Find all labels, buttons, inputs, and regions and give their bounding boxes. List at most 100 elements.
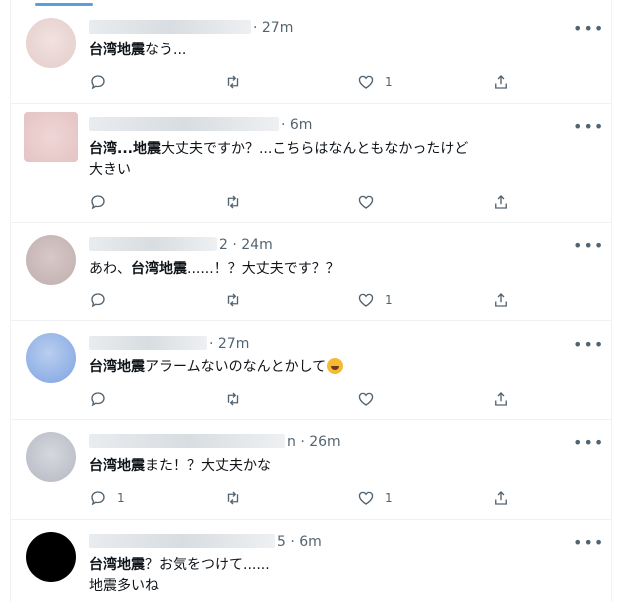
highlighted-keyword: 台湾...地震 [89,141,161,157]
tweet-text-line2: 大きい [89,162,131,178]
reply-count: 1 [117,491,125,505]
tweet-header: · 6m [89,117,312,137]
avatar[interactable] [26,235,76,285]
redacted-username[interactable] [89,534,275,548]
tweet-timestamp[interactable]: 5 · 6m [277,534,322,550]
tweet-text-rest: アラームないのなんとかして [145,359,327,375]
reply-button[interactable] [89,389,117,409]
share-icon [495,293,507,307]
tweet-text: 台湾地震アラームないのなんとかして [89,357,589,378]
tweet-text: 台湾...地震大丈夫ですか？...こちらはなんともなかったけど大きい [89,139,589,181]
avatar[interactable] [26,333,76,383]
tweet-header: 2 · 24m [89,237,273,257]
tweet-actions: 1 [89,290,529,310]
reply-button[interactable]: 1 [89,488,125,508]
tweet[interactable]: 5 · 6m ••• 台湾地震？お気をつけて...... 地震多いね [11,520,611,602]
tweet[interactable]: 2 · 24m ••• あわ、台湾地震......！？大丈夫です？？ 1 [11,223,611,321]
tweet-text-rest: ......！？大丈夫です？？ [187,261,340,277]
tweet-timestamp[interactable]: · 27m [209,336,249,352]
tweet-text-rest: なう... [145,42,187,58]
avatar[interactable] [26,432,76,482]
share-button[interactable] [492,488,510,508]
tweet-text: 台湾地震また！？大丈夫かな [89,456,589,477]
retweet-button[interactable] [224,192,252,212]
retweet-button[interactable] [224,389,252,409]
reply-icon [91,195,105,210]
highlighted-keyword: 台湾地震 [89,42,145,58]
highlighted-keyword: 台湾地震 [89,458,145,474]
like-button[interactable]: 1 [357,488,393,508]
avatar[interactable] [26,18,76,68]
share-button[interactable] [492,389,510,409]
retweet-icon [227,293,239,307]
tweet-header: n · 26m [89,434,341,454]
tweet-actions [89,389,529,409]
reply-icon [91,75,105,90]
like-count: 1 [385,293,393,307]
retweet-button[interactable] [224,290,252,310]
retweet-icon [227,392,239,406]
highlighted-keyword: 台湾地震 [89,359,145,375]
reply-icon [91,491,105,506]
avatar[interactable] [26,532,76,582]
crying-face-emoji [327,358,344,374]
reply-icon [91,392,105,407]
share-button[interactable] [492,72,510,92]
reply-button[interactable] [89,290,117,310]
redacted-username[interactable] [89,117,279,131]
tweet-feed: · 27m ••• 台湾地震なう... 1 · 6m ••• 台湾...地震大丈… [10,0,612,602]
tweet-timestamp[interactable]: 2 · 24m [219,237,273,253]
highlighted-keyword: 台湾地震 [131,261,187,277]
share-icon [495,195,507,209]
reply-button[interactable] [89,192,117,212]
redacted-username[interactable] [89,336,207,350]
tweet[interactable]: n · 26m ••• 台湾地震また！？大丈夫かな 1 1 [11,420,611,520]
like-count: 1 [385,491,393,505]
retweet-button[interactable] [224,72,252,92]
redacted-username[interactable] [89,237,217,251]
like-button[interactable]: 1 [357,290,393,310]
tweet-timestamp[interactable]: · 6m [281,117,312,133]
redacted-username[interactable] [89,20,251,34]
more-options-icon[interactable]: ••• [573,435,603,456]
like-count: 1 [385,75,393,89]
heart-icon [358,195,374,209]
tweet-timestamp[interactable]: · 27m [253,20,293,36]
more-options-icon[interactable]: ••• [573,337,603,358]
heart-icon [358,491,374,505]
tweet-text-rest: また！？大丈夫かな [145,458,271,474]
share-icon [495,491,507,505]
like-button[interactable] [357,389,385,409]
like-button[interactable]: 1 [357,72,393,92]
tweet[interactable]: · 6m ••• 台湾...地震大丈夫ですか？...こちらはなんともなかったけど… [11,104,611,223]
redacted-username[interactable] [89,434,285,448]
tweet-text: 台湾地震なう... [89,40,589,61]
tweet[interactable]: · 27m ••• 台湾地震アラームないのなんとかして [11,321,611,420]
share-button[interactable] [492,192,510,212]
reply-button[interactable] [89,72,117,92]
tweet-header: · 27m [89,336,249,356]
tweet-header: · 27m [89,20,293,40]
avatar[interactable] [24,112,78,162]
highlighted-keyword: 台湾地震 [89,557,145,573]
retweet-button[interactable] [224,488,252,508]
retweet-icon [227,491,239,505]
tweet-actions: 1 1 [89,488,529,508]
tweet-timestamp[interactable]: n · 26m [287,434,341,450]
tweet-text-pre: あわ、 [89,261,131,277]
tweet-actions: 1 [89,72,529,92]
tweet-text: あわ、台湾地震......！？大丈夫です？？ [89,259,589,280]
more-options-icon[interactable]: ••• [573,535,603,556]
share-button[interactable] [492,290,510,310]
like-button[interactable] [357,192,385,212]
more-options-icon[interactable]: ••• [573,119,603,140]
heart-icon [358,293,374,307]
heart-icon [358,75,374,89]
tweet-text: 台湾地震？お気をつけて...... 地震多いね [89,555,589,597]
tweet-text-rest: 大丈夫ですか？...こちらはなんともなかったけど [160,141,469,157]
tweet-text-rest: ？お気をつけて...... [145,557,270,573]
tweet-actions [89,192,529,212]
share-icon [495,75,507,89]
tweet[interactable]: · 27m ••• 台湾地震なう... 1 [11,10,611,104]
more-options-icon[interactable]: ••• [573,238,603,259]
